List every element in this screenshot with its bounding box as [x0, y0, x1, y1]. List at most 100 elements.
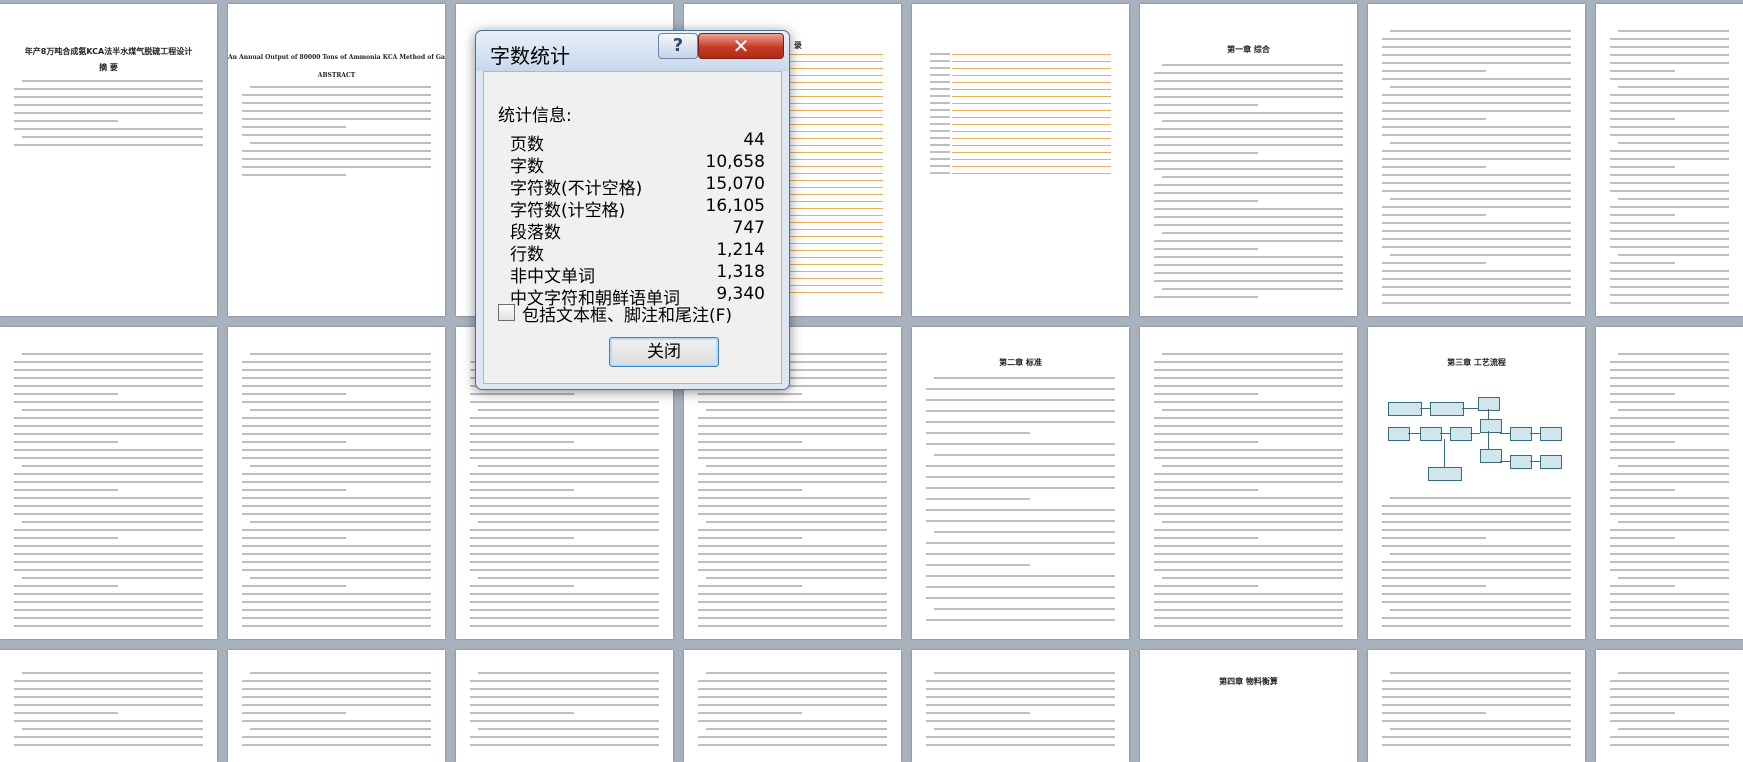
text-line: [1610, 593, 1729, 595]
document-page-thumbnail[interactable]: [1368, 4, 1585, 316]
document-page-thumbnail[interactable]: [228, 650, 445, 762]
toc-entry: [930, 123, 950, 125]
help-button[interactable]: ?: [658, 33, 698, 59]
text-line: [1610, 166, 1675, 168]
document-page-thumbnail[interactable]: [0, 650, 217, 762]
document-page-thumbnail[interactable]: 年产8万吨合成氨KCA法半水煤气脱硫工程设计摘 要: [0, 4, 217, 316]
document-page-thumbnail[interactable]: [1368, 650, 1585, 762]
text-line: [1610, 537, 1675, 539]
toc-entry: [930, 95, 950, 97]
document-page-thumbnail[interactable]: [1596, 650, 1743, 762]
close-button[interactable]: 关闭: [609, 337, 719, 367]
text-line: [1382, 505, 1571, 507]
text-line: [1154, 208, 1343, 210]
text-line: [22, 465, 203, 467]
text-line: [1154, 128, 1343, 130]
text-line: [1154, 537, 1258, 539]
text-line: [242, 481, 431, 483]
text-line: [1610, 744, 1729, 746]
text-line: [1154, 473, 1343, 475]
text-line: [242, 609, 431, 611]
text-line: [934, 672, 1115, 674]
text-line: [1610, 270, 1729, 272]
text-line: [1162, 353, 1343, 355]
text-line: [242, 593, 431, 595]
toc-leader-line: [952, 159, 1111, 160]
text-line: [926, 388, 1115, 390]
text-line: [1610, 62, 1729, 64]
window-close-button[interactable]: ✕: [698, 33, 784, 59]
flow-diagram-box: [1388, 427, 1410, 441]
flow-diagram-arrow: [1500, 461, 1510, 462]
text-line: [1154, 264, 1343, 266]
text-line: [1618, 86, 1729, 88]
text-line: [242, 569, 431, 571]
text-line: [698, 744, 887, 746]
text-line: [698, 553, 887, 555]
text-line: [926, 542, 1115, 544]
document-page-thumbnail[interactable]: [456, 650, 673, 762]
dialog-titlebar[interactable]: 字数统计 ? ✕: [476, 31, 789, 71]
text-line: [1382, 262, 1486, 264]
text-line: [470, 712, 574, 714]
document-page-thumbnail[interactable]: An Annual Output of 80000 Tons of Ammoni…: [228, 4, 445, 316]
document-page-thumbnail[interactable]: 第三章 工艺流程: [1368, 327, 1585, 639]
document-page-thumbnail[interactable]: [228, 327, 445, 639]
stat-value-chars-with-spaces: 16,105: [705, 196, 765, 216]
text-line: [470, 696, 659, 698]
text-line: [242, 449, 431, 451]
document-page-thumbnail[interactable]: [684, 650, 901, 762]
page-heading: 第二章 标准: [999, 358, 1042, 367]
stat-value-chars-no-spaces: 15,070: [705, 174, 765, 194]
toc-leader-line: [952, 138, 1111, 139]
text-line: [14, 377, 203, 379]
document-page-thumbnail[interactable]: [912, 4, 1129, 316]
document-page-thumbnail[interactable]: 第二章 标准: [912, 327, 1129, 639]
text-line: [242, 537, 346, 539]
text-line: [242, 401, 431, 403]
text-line: [1382, 688, 1571, 690]
text-line: [470, 545, 659, 547]
toc-leader-line: [952, 110, 1111, 111]
page-heading: An Annual Output of 80000 Tons of Ammoni…: [228, 54, 445, 61]
text-line: [698, 449, 887, 451]
text-line: [698, 425, 887, 427]
text-line: [1162, 120, 1343, 122]
document-page-thumbnail[interactable]: [1140, 327, 1357, 639]
toc-leader-line: [952, 145, 1111, 146]
document-page-thumbnail[interactable]: 第四章 物料衡算: [1140, 650, 1357, 762]
include-textboxes-label[interactable]: 包括文本框、脚注和尾注(F): [522, 301, 732, 326]
stat-value-lines: 1,214: [716, 240, 765, 260]
text-line: [470, 449, 659, 451]
text-line: [1154, 457, 1343, 459]
text-line: [1610, 505, 1729, 507]
toc-entry: [930, 88, 950, 90]
document-page-thumbnail[interactable]: [1596, 4, 1743, 316]
text-line: [14, 88, 203, 90]
text-line: [242, 585, 346, 587]
toc-leader-line: [952, 82, 1111, 83]
text-line: [1618, 254, 1729, 256]
text-line: [1382, 513, 1571, 515]
document-page-thumbnail[interactable]: [0, 327, 217, 639]
text-line: [1154, 200, 1258, 202]
text-line: [1610, 302, 1729, 304]
text-line: [934, 454, 1115, 456]
page-heading: 第四章 物料衡算: [1219, 677, 1278, 686]
document-page-thumbnail[interactable]: [912, 650, 1129, 762]
text-line: [1610, 585, 1675, 587]
text-line: [1610, 393, 1675, 395]
document-page-thumbnail[interactable]: [1596, 327, 1743, 639]
page-heading: 摘 要: [99, 63, 118, 72]
text-line: [470, 688, 659, 690]
text-line: [698, 457, 887, 459]
text-line: [242, 166, 431, 168]
text-line: [1382, 696, 1571, 698]
text-line: [1610, 361, 1729, 363]
text-line: [926, 432, 1030, 434]
text-line: [250, 86, 431, 88]
include-textboxes-checkbox[interactable]: [498, 304, 515, 321]
help-icon: ?: [672, 35, 684, 56]
text-line: [22, 136, 203, 138]
document-page-thumbnail[interactable]: 第一章 综合: [1140, 4, 1357, 316]
